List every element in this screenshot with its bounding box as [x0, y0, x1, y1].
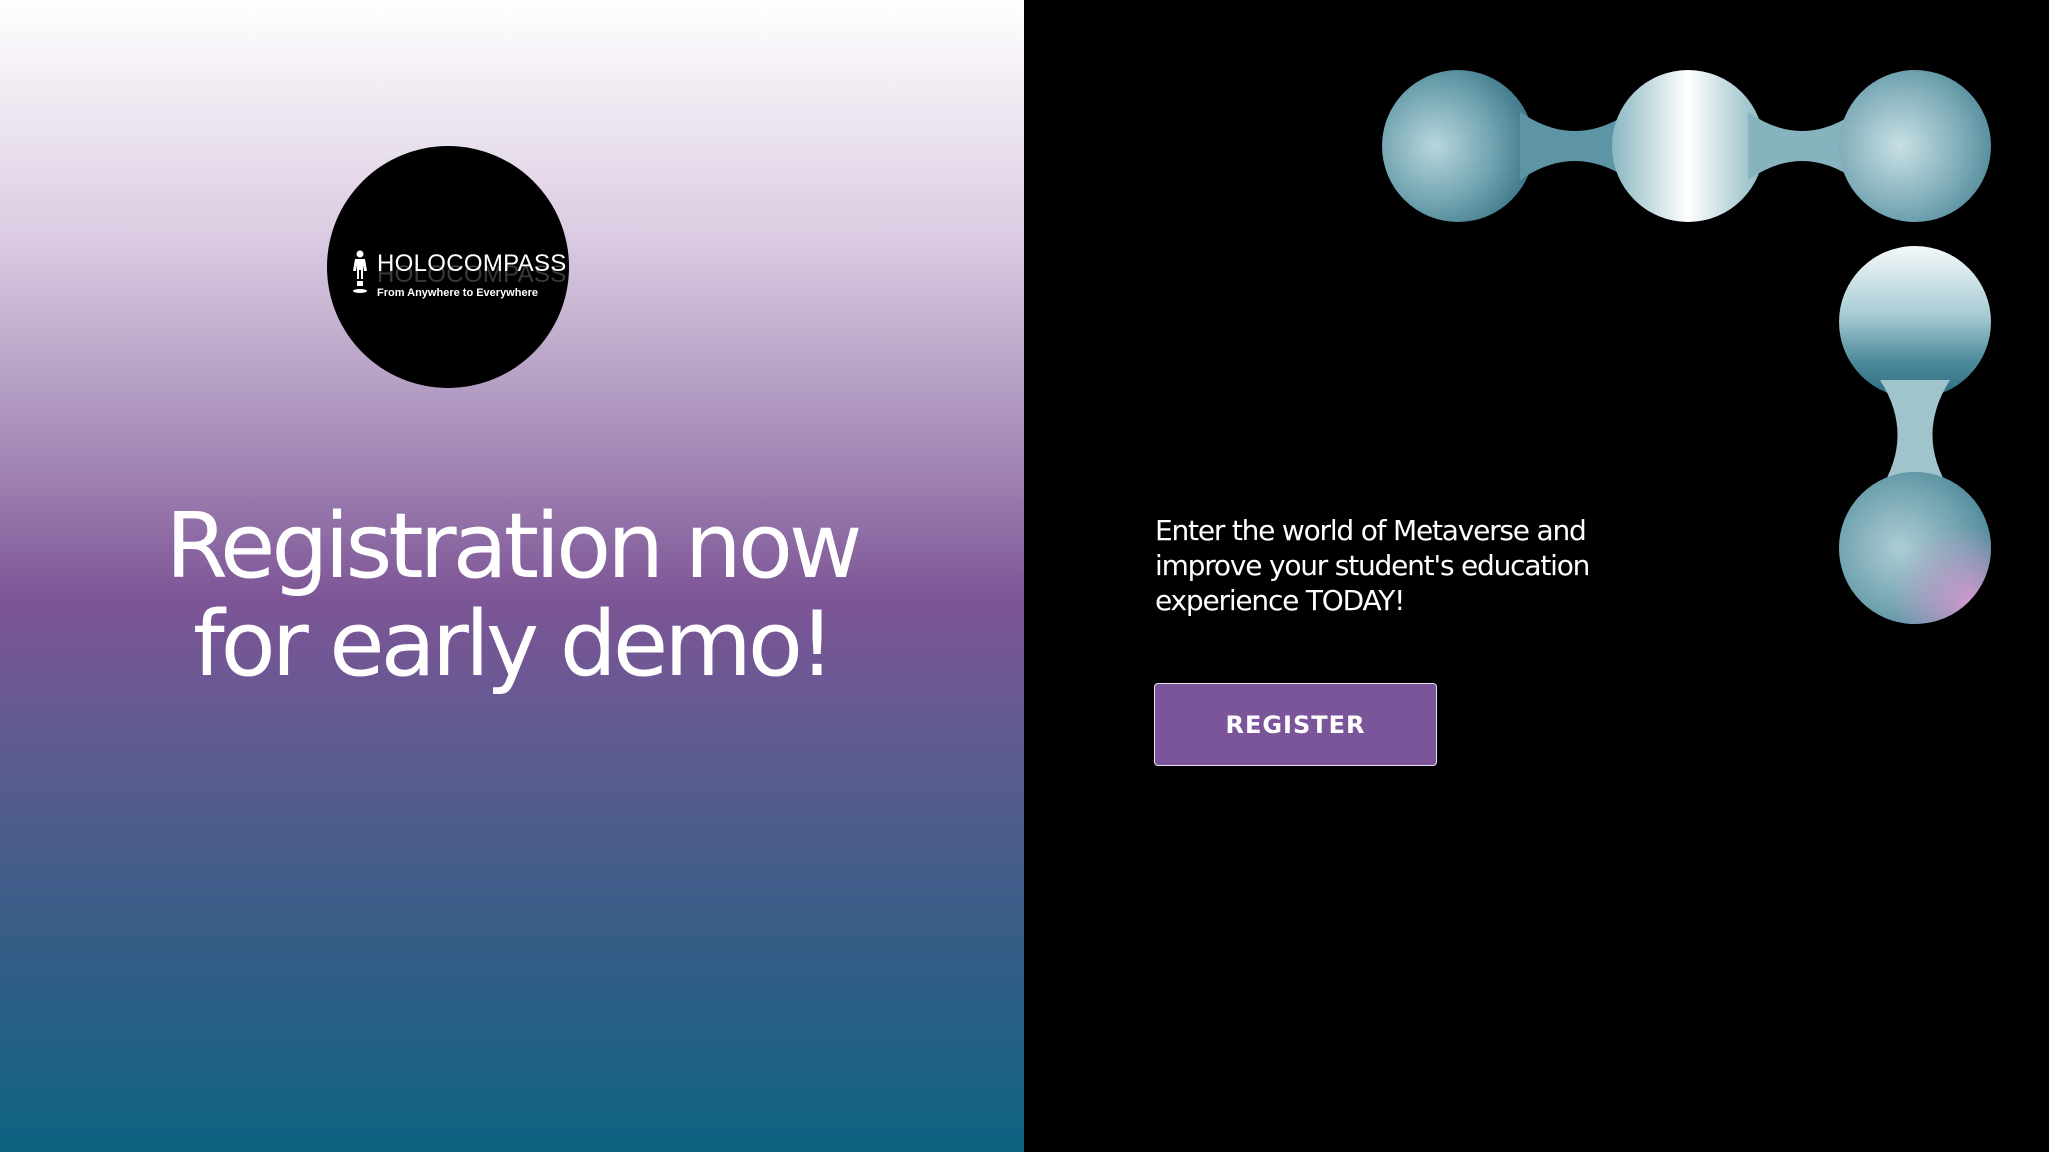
headline: Registration now for early demo!	[0, 498, 1024, 694]
logo-name: HOLOCOMPASS	[377, 250, 567, 277]
blob-circle-4	[1839, 246, 1991, 398]
hologram-figure-icon	[353, 250, 367, 293]
logo-badge: HOLOCOMPASS HOLOCOMPASS From Anywhere to…	[327, 146, 569, 388]
blob-circle-3	[1839, 70, 1991, 222]
blob-circle-2	[1612, 70, 1764, 222]
headline-line-1: Registration now	[165, 494, 862, 599]
blob-pink-glow	[1839, 472, 1991, 624]
logo-tagline: From Anywhere to Everywhere	[377, 287, 538, 299]
slide: HOLOCOMPASS HOLOCOMPASS From Anywhere to…	[0, 0, 2049, 1152]
intro-paragraph: Enter the world of Metaverse and improve…	[1155, 513, 1675, 618]
register-button[interactable]: REGISTER	[1154, 683, 1437, 766]
intro-line-1: Enter the world of Metaverse and	[1155, 514, 1587, 547]
intro-line-3: experience TODAY!	[1155, 584, 1405, 617]
gradient-panel: HOLOCOMPASS HOLOCOMPASS From Anywhere to…	[0, 0, 1024, 1152]
blob-circle-1	[1382, 70, 1534, 222]
headline-line-2: for early demo!	[192, 592, 835, 697]
intro-line-2: improve your student's education	[1155, 549, 1590, 582]
